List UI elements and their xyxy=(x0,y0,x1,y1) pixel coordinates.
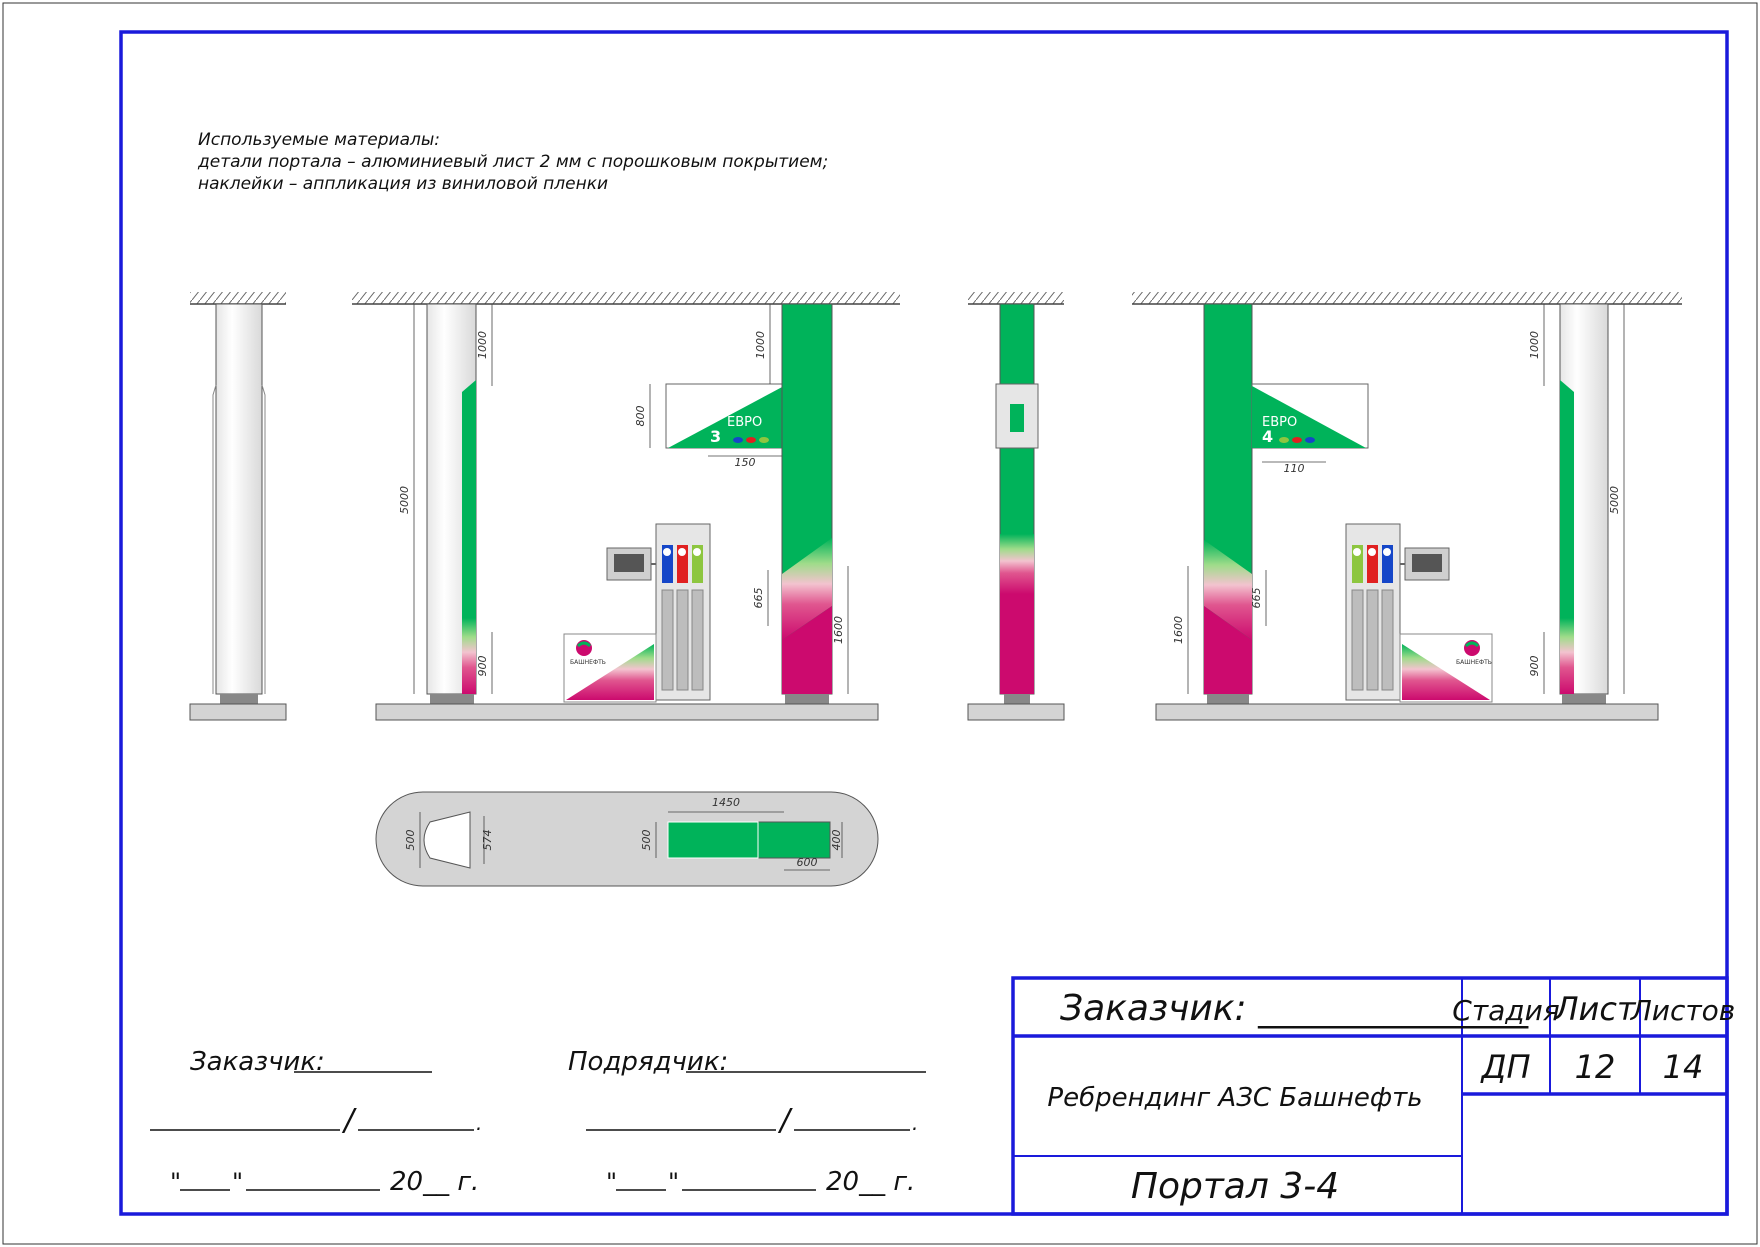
column-body xyxy=(215,303,263,695)
dim-500-a: 500 xyxy=(404,830,417,851)
dim-800-a: 800 xyxy=(634,406,647,427)
contractor-date-year: 20__ г. xyxy=(826,1167,915,1197)
customer-date-quote-close: " xyxy=(232,1168,243,1196)
sheet-value: 12 xyxy=(1575,1048,1616,1086)
dim-150-a: 150 xyxy=(735,456,756,469)
technical-drawing-sheet: Используемые материалы: детали портала –… xyxy=(2,2,1758,1245)
rear-view-portal-4: ЕВРО 4 БАШНЕФТЬ 1000 5000 900 665 1600 1… xyxy=(1132,292,1682,721)
ground-slab xyxy=(967,703,1065,721)
dim-400: 400 xyxy=(830,830,843,851)
canopy-sign-4: ЕВРО 4 xyxy=(1251,383,1369,449)
ceiling-hatch xyxy=(968,292,1064,304)
dim-900-a: 900 xyxy=(476,656,489,677)
contractor-dot: . xyxy=(912,1111,918,1135)
side-view-green xyxy=(967,292,1065,721)
dim-1000-c: 1000 xyxy=(1528,331,1541,359)
contractor-date-quote-close: " xyxy=(668,1168,679,1196)
dim-1000-b: 1000 xyxy=(754,331,767,359)
ground-slab xyxy=(1155,703,1659,721)
logo-box-3: БАШНЕФТЬ xyxy=(563,633,657,703)
dim-665-a: 665 xyxy=(752,588,765,609)
plan-view: 500 574 1450 500 400 600 xyxy=(375,791,879,887)
dim-110: 110 xyxy=(1284,462,1305,475)
logo-text: БАШНЕФТЬ xyxy=(1456,659,1492,666)
dim-900-b: 900 xyxy=(1528,656,1541,677)
stage-value: ДП xyxy=(1479,1048,1530,1086)
dim-5000-a: 5000 xyxy=(398,486,411,514)
materials-heading: Используемые материалы: xyxy=(198,130,440,150)
sign-brand-text: ЕВРО xyxy=(727,415,762,430)
contractor-date-quote-open: " xyxy=(606,1168,617,1196)
sheets-label: Листов xyxy=(1630,994,1736,1027)
sign-plan-green xyxy=(667,821,831,859)
sign-number: 4 xyxy=(1262,427,1273,446)
dim-1000-a: 1000 xyxy=(476,331,489,359)
canopy-sign-3: ЕВРО 3 xyxy=(665,383,785,449)
materials-line-2: наклейки – аппликация из виниловой пленк… xyxy=(198,174,608,194)
logo-box-4: БАШНЕФТЬ xyxy=(1399,633,1493,703)
dim-665-b: 665 xyxy=(1250,588,1263,609)
materials-line-1: детали портала – алюминиевый лист 2 мм с… xyxy=(197,152,828,172)
customer-date-year: 20__ г. xyxy=(390,1167,479,1197)
title-block: Заказчик: _______________ Стадия Лист Ли… xyxy=(1011,976,1736,1216)
sheets-value: 14 xyxy=(1663,1048,1704,1086)
dim-1450: 1450 xyxy=(712,796,740,809)
dim-600: 600 xyxy=(797,856,818,869)
signature-area: Заказчик: / . " " 20__ г. Подрядчик: / .… xyxy=(150,1047,926,1197)
drawing-name: Портал 3-4 xyxy=(1131,1166,1339,1207)
sign-number: 3 xyxy=(710,427,721,446)
project-name: Ребрендинг АЗС Башнефть xyxy=(1047,1083,1422,1113)
dim-5000-b: 5000 xyxy=(1608,486,1621,514)
customer-dot: . xyxy=(476,1111,482,1135)
ground-slab xyxy=(189,703,287,721)
sheet-label: Лист xyxy=(1553,990,1636,1028)
logo-text: БАШНЕФТЬ xyxy=(570,659,606,666)
customer-slash: / xyxy=(341,1103,357,1138)
customer-date-quote-open: " xyxy=(170,1168,181,1196)
ground-slab xyxy=(375,703,879,721)
contractor-slash: / xyxy=(777,1103,793,1138)
dim-574: 574 xyxy=(481,830,494,851)
front-view-portal-3: ЕВРО 3 БАШНЕФТЬ 1000 5000 900 1000 800 6… xyxy=(352,292,900,721)
dim-1600-a: 1600 xyxy=(832,616,845,644)
ceiling-hatch xyxy=(190,292,286,304)
materials-note: Используемые материалы: детали портала –… xyxy=(197,130,828,194)
ceiling-hatch xyxy=(1132,292,1682,304)
side-view-left xyxy=(189,292,287,721)
stage-label: Стадия xyxy=(1452,994,1559,1027)
dim-1600-b: 1600 xyxy=(1172,616,1185,644)
ceiling-hatch xyxy=(352,292,900,304)
dim-500-b: 500 xyxy=(640,830,653,851)
